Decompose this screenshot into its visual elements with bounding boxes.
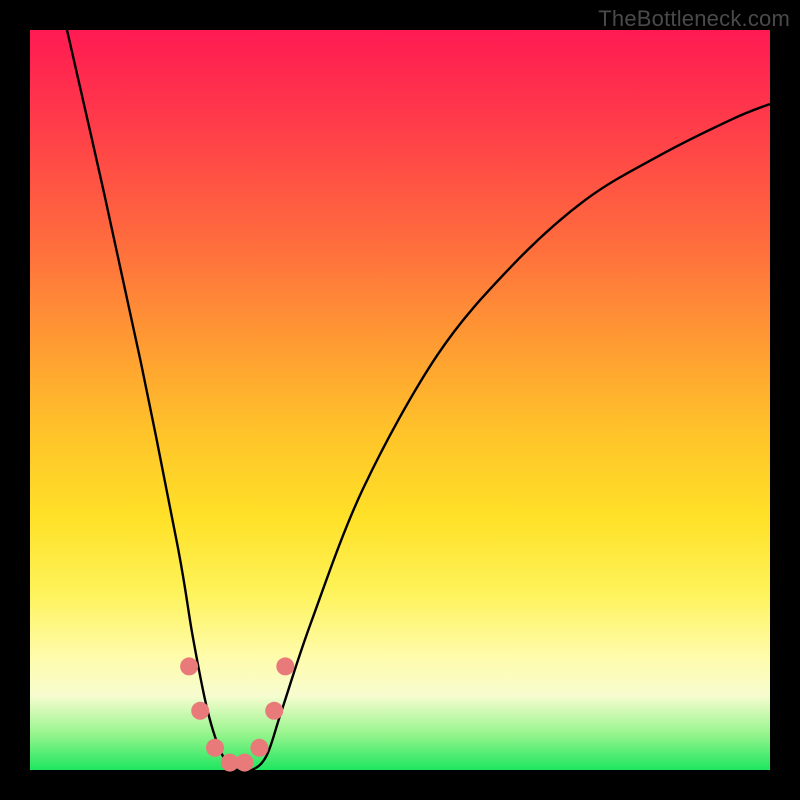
threshold-bead <box>276 657 294 675</box>
threshold-beads <box>180 657 294 771</box>
chart-frame: TheBottleneck.com <box>0 0 800 800</box>
threshold-bead <box>191 702 209 720</box>
plot-area <box>30 30 770 770</box>
threshold-bead <box>236 754 254 772</box>
curve-svg <box>30 30 770 770</box>
threshold-bead <box>250 739 268 757</box>
threshold-bead <box>265 702 283 720</box>
watermark-text: TheBottleneck.com <box>598 6 790 32</box>
bottleneck-curve-path <box>67 30 770 772</box>
bottleneck-curve <box>67 30 770 772</box>
threshold-bead <box>180 657 198 675</box>
threshold-bead <box>206 739 224 757</box>
